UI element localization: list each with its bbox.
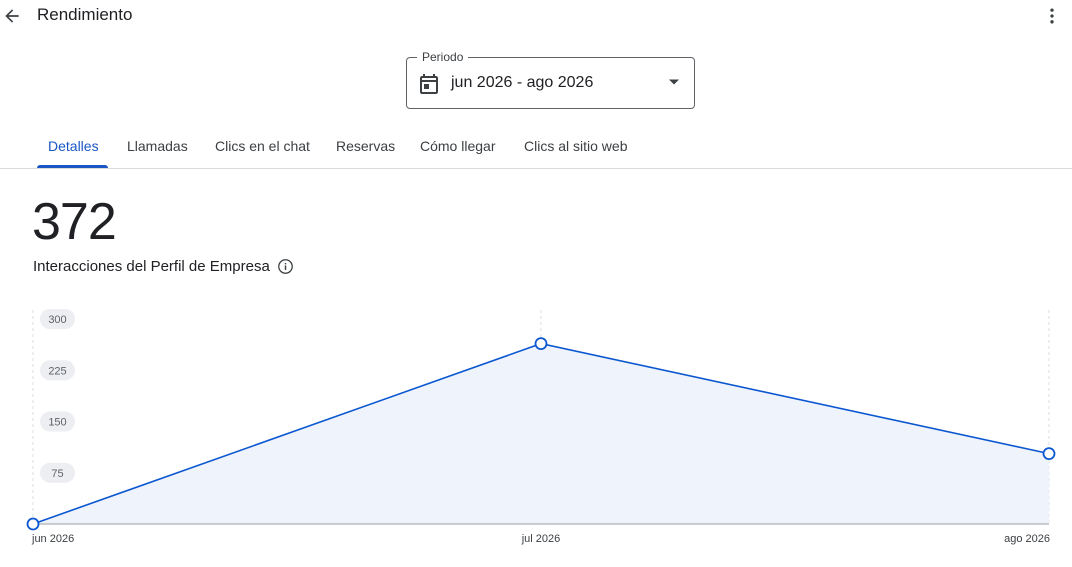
metric-value: 372 bbox=[32, 193, 117, 251]
data-point bbox=[1042, 447, 1056, 461]
x-tick-label: ago 2026 bbox=[1004, 533, 1050, 545]
app-header: Rendimiento bbox=[0, 0, 1072, 34]
more-vert-icon bbox=[1050, 8, 1054, 24]
more-options-button[interactable] bbox=[1040, 4, 1064, 28]
tab-como-llegar[interactable]: Cómo llegar bbox=[420, 138, 495, 154]
tab-reservas[interactable]: Reservas bbox=[336, 138, 395, 154]
info-icon[interactable] bbox=[277, 258, 294, 275]
arrow-drop-down-icon bbox=[669, 79, 679, 85]
tab-detalles[interactable]: Detalles bbox=[48, 138, 99, 154]
tab-clics-en-el-chat[interactable]: Clics en el chat bbox=[215, 138, 310, 154]
area-fill bbox=[33, 343, 1049, 524]
tab-bar: Detalles Llamadas Clics en el chat Reser… bbox=[0, 128, 1072, 169]
tab-llamadas[interactable]: Llamadas bbox=[127, 138, 188, 154]
metric-label: Interacciones del Perfil de Empresa bbox=[33, 258, 270, 275]
tab-clics-al-sitio-web[interactable]: Clics al sitio web bbox=[524, 138, 627, 154]
y-tick-label: 75 bbox=[51, 468, 63, 480]
interactions-chart: 75 150 225 300 jun 2026 jul 2026 ago 2026 bbox=[0, 300, 1072, 567]
period-value: jun 2026 - ago 2026 bbox=[451, 74, 594, 91]
y-tick-label: 300 bbox=[48, 314, 66, 326]
calendar-icon bbox=[420, 74, 438, 94]
period-label: Periodo bbox=[417, 50, 469, 64]
x-tick-label: jul 2026 bbox=[521, 533, 561, 545]
x-tick-label: jun 2026 bbox=[31, 533, 74, 545]
data-point bbox=[534, 337, 548, 350]
y-tick-label: 150 bbox=[48, 417, 66, 429]
y-tick-label: 225 bbox=[48, 365, 66, 377]
metric-label-row: Interacciones del Perfil de Empresa bbox=[33, 258, 294, 275]
page-title: Rendimiento bbox=[37, 5, 133, 24]
back-button[interactable] bbox=[0, 4, 24, 28]
line-chart-svg: 75 150 225 300 jun 2026 jul 2026 ago 2026 bbox=[26, 309, 1056, 545]
active-tab-indicator bbox=[37, 165, 108, 168]
arrow-back-icon bbox=[5, 9, 19, 23]
data-point bbox=[26, 517, 40, 531]
period-select[interactable]: Periodo jun 2026 - ago 2026 bbox=[406, 50, 695, 109]
